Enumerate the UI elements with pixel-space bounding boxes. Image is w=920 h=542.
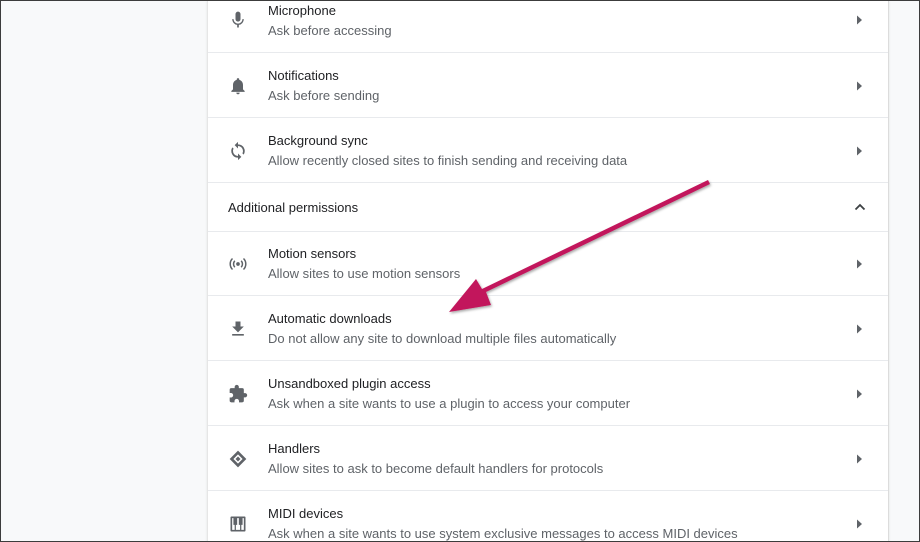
permission-subtitle: Allow sites to ask to become default han… bbox=[268, 461, 604, 476]
puzzle-icon bbox=[228, 384, 248, 404]
section-label: Additional permissions bbox=[228, 200, 359, 215]
chevron-right-icon bbox=[854, 453, 864, 465]
chevron-right-icon bbox=[854, 14, 864, 26]
permission-title: Microphone bbox=[268, 3, 336, 18]
permission-row-unsandboxed-plugin[interactable]: Unsandboxed plugin access Ask when a sit… bbox=[208, 361, 888, 426]
permission-subtitle: Allow sites to use motion sensors bbox=[268, 266, 461, 281]
permission-title: Unsandboxed plugin access bbox=[268, 376, 431, 391]
chevron-right-icon bbox=[854, 258, 864, 270]
permission-subtitle: Ask when a site wants to use a plugin to… bbox=[268, 396, 631, 411]
chevron-right-icon bbox=[854, 145, 864, 157]
permission-title: Background sync bbox=[268, 133, 368, 148]
permission-subtitle: Do not allow any site to download multip… bbox=[268, 331, 617, 346]
chevron-up-icon[interactable] bbox=[854, 202, 866, 212]
permission-row-midi-devices[interactable]: MIDI devices Ask when a site wants to us… bbox=[208, 491, 888, 542]
permission-row-motion-sensors[interactable]: Motion sensors Allow sites to use motion… bbox=[208, 231, 888, 296]
microphone-icon bbox=[228, 10, 248, 30]
permissions-card: Microphone Ask before accessing Notifica… bbox=[207, 0, 889, 542]
chevron-right-icon bbox=[854, 323, 864, 335]
permission-title: Handlers bbox=[268, 441, 321, 456]
permission-subtitle: Ask before accessing bbox=[268, 23, 392, 38]
chevron-right-icon bbox=[854, 80, 864, 92]
permission-title: Notifications bbox=[268, 68, 339, 83]
permission-subtitle: Ask when a site wants to use system excl… bbox=[268, 526, 738, 541]
permission-title: Motion sensors bbox=[268, 246, 357, 261]
sync-icon bbox=[228, 141, 248, 161]
permission-row-background-sync[interactable]: Background sync Allow recently closed si… bbox=[208, 118, 888, 183]
piano-icon bbox=[228, 514, 248, 534]
permission-title: Automatic downloads bbox=[268, 311, 392, 326]
permission-row-notifications[interactable]: Notifications Ask before sending bbox=[208, 53, 888, 118]
chevron-right-icon bbox=[854, 518, 864, 530]
bell-icon bbox=[228, 76, 248, 96]
permission-row-microphone[interactable]: Microphone Ask before accessing bbox=[208, 0, 888, 53]
permission-title: MIDI devices bbox=[268, 506, 344, 521]
permission-row-automatic-downloads[interactable]: Automatic downloads Do not allow any sit… bbox=[208, 296, 888, 361]
permission-subtitle: Allow recently closed sites to finish se… bbox=[268, 153, 628, 168]
sensors-icon bbox=[228, 254, 248, 274]
chevron-right-icon bbox=[854, 388, 864, 400]
download-icon bbox=[228, 319, 248, 339]
additional-permissions-header[interactable]: Additional permissions bbox=[208, 183, 888, 232]
permission-subtitle: Ask before sending bbox=[268, 88, 380, 103]
handlers-icon bbox=[228, 449, 248, 469]
permission-row-handlers[interactable]: Handlers Allow sites to ask to become de… bbox=[208, 426, 888, 491]
